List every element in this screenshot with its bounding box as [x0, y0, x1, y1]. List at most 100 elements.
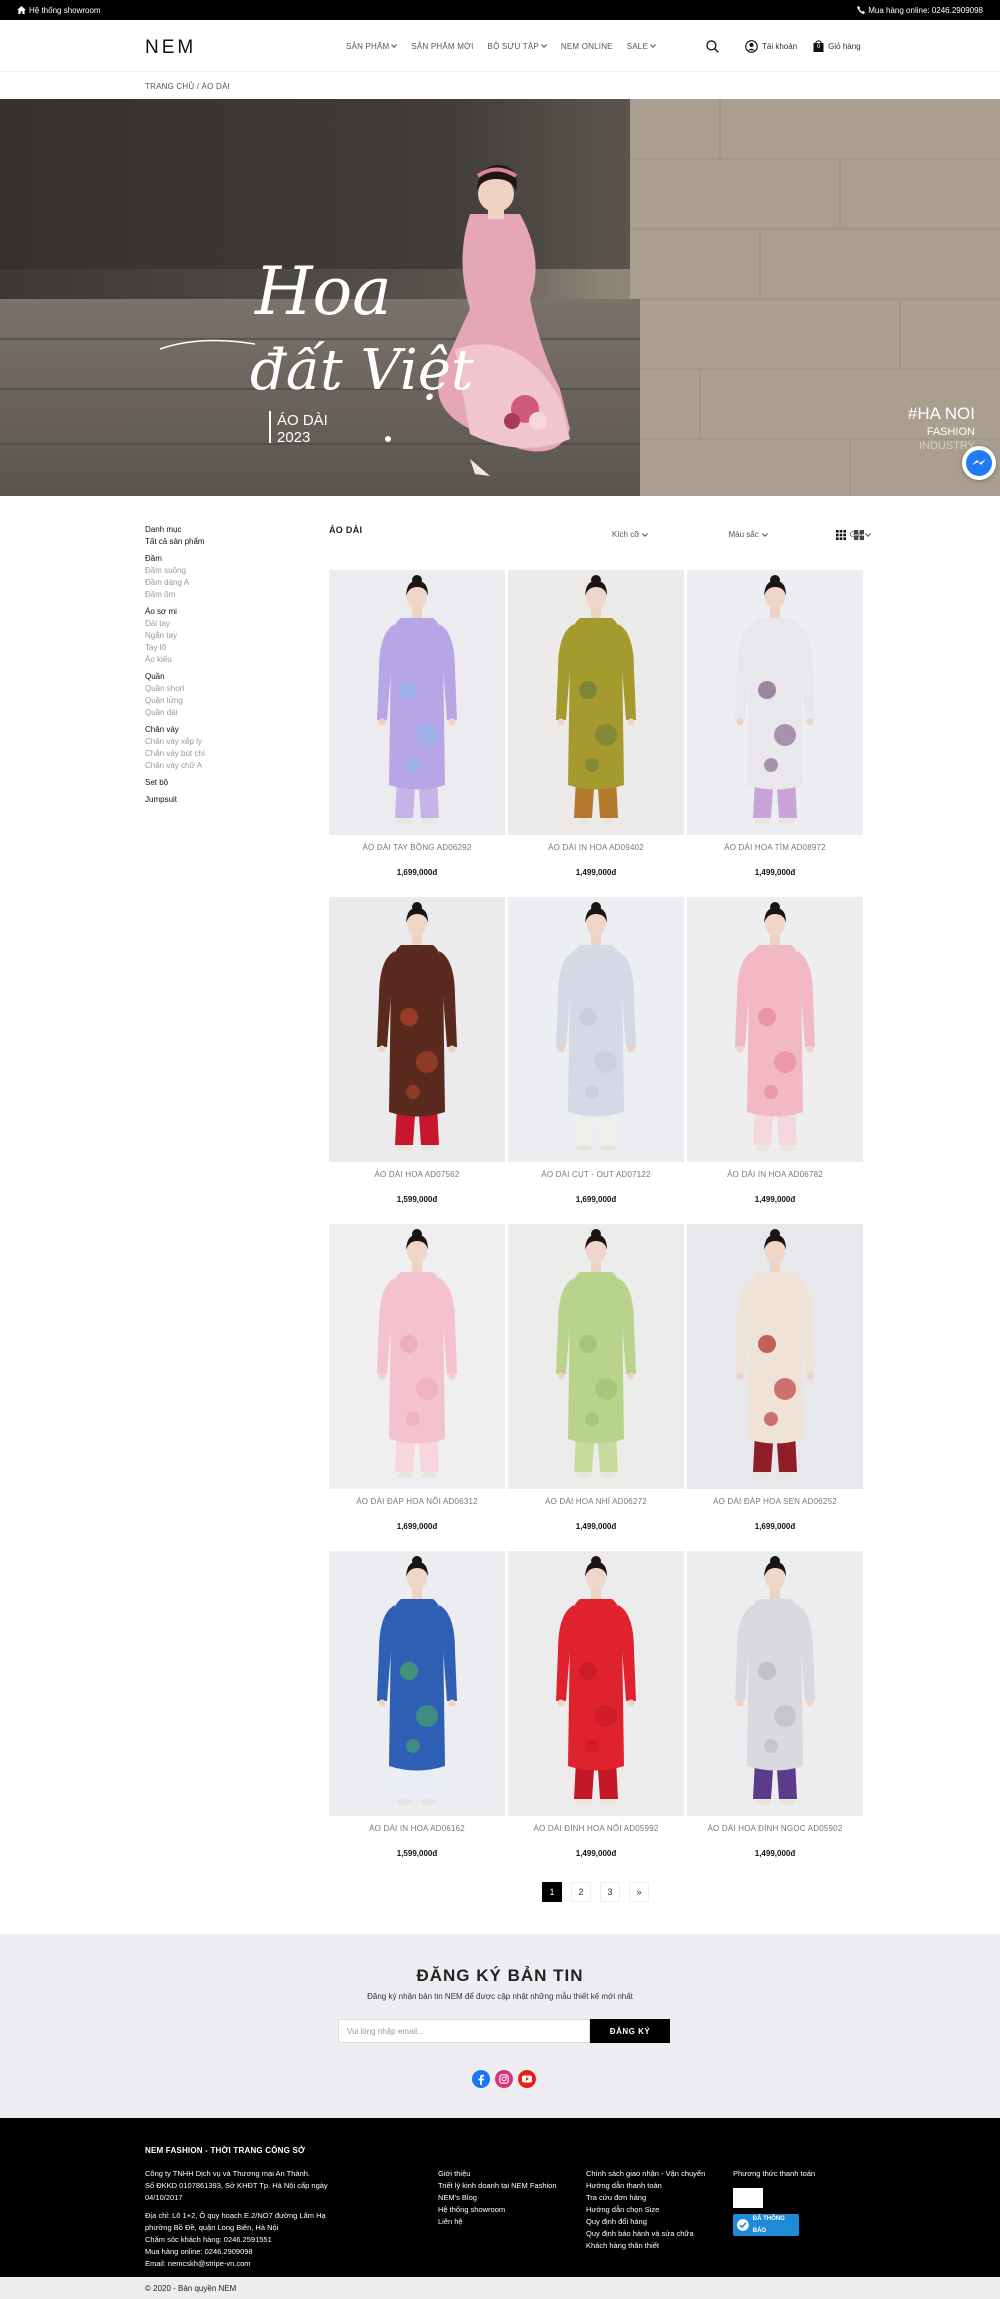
product-image[interactable]: [508, 897, 684, 1162]
sidebar-group-title[interactable]: Đầm: [145, 553, 255, 565]
grid-view-button[interactable]: [836, 529, 846, 543]
product-card[interactable]: ÁO DÀI IN HOA AD06162 1,599,000đ: [329, 1551, 505, 1858]
product-name[interactable]: ÁO DÀI ĐÁP HOA SEN AD06252: [687, 1497, 863, 1506]
product-image[interactable]: [329, 897, 505, 1162]
next-page-button[interactable]: »: [629, 1882, 649, 1902]
product-card[interactable]: ÁO DÀI HOA NHÍ AD06272 1,499,000đ: [508, 1224, 684, 1531]
hotline[interactable]: Mua hàng online: 0246.2909098: [857, 6, 983, 15]
footer-link[interactable]: Khách hàng thân thiết: [586, 2240, 705, 2252]
facebook-icon: [478, 2074, 485, 2085]
product-card[interactable]: ÁO DÀI IN HOA AD09402 1,499,000đ: [508, 570, 684, 877]
product-name[interactable]: ÁO DÀI ĐÁP HOA NỔI AD06312: [329, 1497, 505, 1506]
showroom-link[interactable]: Hệ thống showroom: [17, 6, 101, 15]
footer-link[interactable]: Tra cứu đơn hàng: [586, 2192, 705, 2204]
sidebar-group-title[interactable]: Jumpsuit: [145, 794, 255, 806]
sidebar-group-title[interactable]: Quần: [145, 671, 255, 683]
product-name[interactable]: ÁO DÀI IN HOA AD06782: [687, 1170, 863, 1179]
product-card[interactable]: ÁO DÀI HOA ĐÍNH NGỌC AD05902 1,499,000đ: [687, 1551, 863, 1858]
footer-link[interactable]: Chính sách giao nhận - Vận chuyển: [586, 2168, 705, 2180]
product-image[interactable]: [687, 897, 863, 1162]
sidebar-item-all[interactable]: Tất cả sản phẩm: [145, 536, 255, 548]
nav-item[interactable]: SẢN PHẨM MỚI: [411, 42, 473, 51]
product-card[interactable]: ÁO DÀI ĐÁP HOA SEN AD06252 1,699,000đ: [687, 1224, 863, 1531]
product-name[interactable]: ÁO DÀI HOA TÍM AD08972: [687, 843, 863, 852]
footer-link[interactable]: Quy định đổi hàng: [586, 2216, 705, 2228]
footer-link[interactable]: Quy định bảo hành và sửa chữa: [586, 2228, 705, 2240]
product-card[interactable]: ÁO DÀI CUT - OUT AD07122 1,699,000đ: [508, 897, 684, 1204]
sidebar-item[interactable]: Chân váy bút chì: [145, 748, 255, 760]
product-name[interactable]: ÁO DÀI CUT - OUT AD07122: [508, 1170, 684, 1179]
newsletter-email-input[interactable]: Vui lòng nhập email...: [338, 2019, 590, 2043]
product-card[interactable]: ÁO DÀI TAY BỒNG AD06292 1,699,000đ: [329, 570, 505, 877]
product-card[interactable]: ÁO DÀI HOA TÍM AD08972 1,499,000đ: [687, 570, 863, 877]
footer-link[interactable]: Liên hệ: [438, 2216, 557, 2228]
product-image[interactable]: [687, 570, 863, 835]
product-name[interactable]: ÁO DÀI ĐÍNH HOA NỔI AD05992: [508, 1824, 684, 1833]
product-image[interactable]: [687, 1551, 863, 1816]
product-image[interactable]: [508, 1551, 684, 1816]
sidebar-item[interactable]: Dài tay: [145, 618, 255, 630]
sidebar-group-title[interactable]: Chân váy: [145, 724, 255, 736]
messenger-chat-button[interactable]: [962, 446, 996, 480]
phone-icon: [857, 6, 866, 14]
page-button[interactable]: 2: [571, 1882, 591, 1902]
footer-link[interactable]: Triết lý kinh doanh tại NEM Fashion: [438, 2180, 557, 2192]
footer-link[interactable]: Giới thiệu: [438, 2168, 557, 2180]
account-link[interactable]: Tài khoản: [745, 39, 797, 53]
footer-link[interactable]: Hướng dẫn chọn Size: [586, 2204, 705, 2216]
sidebar-group-title[interactable]: Áo sơ mi: [145, 606, 255, 618]
sidebar-item[interactable]: Quần lửng: [145, 695, 255, 707]
sidebar-item[interactable]: Ngắn tay: [145, 630, 255, 642]
search-button[interactable]: [706, 39, 719, 53]
cart-link[interactable]: 0 Giỏ hàng: [813, 40, 861, 52]
product-image[interactable]: [329, 1224, 505, 1489]
sidebar-item[interactable]: Quần dài: [145, 707, 255, 719]
product-card[interactable]: ÁO DÀI HOA AD07562 1,599,000đ: [329, 897, 505, 1204]
footer-company-line: phường Bồ Đề, quận Long Biên, Hà Nội: [145, 2223, 279, 2232]
user-icon: [745, 39, 758, 53]
product-name[interactable]: ÁO DÀI HOA ĐÍNH NGỌC AD05902: [687, 1824, 863, 1833]
filter-dropdown[interactable]: Kích cỡ: [612, 530, 649, 539]
footer-link[interactable]: NEM's Blog: [438, 2192, 557, 2204]
list-view-button[interactable]: [854, 529, 864, 543]
product-name[interactable]: ÁO DÀI HOA NHÍ AD06272: [508, 1497, 684, 1506]
product-card[interactable]: ÁO DÀI IN HOA AD06782 1,499,000đ: [687, 897, 863, 1204]
sidebar-item[interactable]: Đầm ôm: [145, 589, 255, 601]
youtube-link[interactable]: [518, 2070, 536, 2088]
sidebar-item[interactable]: Đầm dáng A: [145, 577, 255, 589]
product-price: 1,599,000đ: [396, 1195, 438, 1204]
page-button[interactable]: 1: [542, 1882, 562, 1902]
nav-item[interactable]: SALE: [627, 42, 656, 51]
product-name[interactable]: ÁO DÀI IN HOA AD06162: [329, 1824, 505, 1833]
nem-logo[interactable]: NEM: [145, 36, 207, 58]
footer-link[interactable]: Hướng dẫn thanh toán: [586, 2180, 705, 2192]
product-image[interactable]: [687, 1224, 863, 1489]
nav-item[interactable]: BỘ SƯU TẬP: [488, 42, 547, 51]
sidebar-group-title[interactable]: Set bộ: [145, 777, 255, 789]
product-image[interactable]: [329, 570, 505, 835]
product-price: 1,499,000đ: [575, 1849, 617, 1858]
sidebar-item[interactable]: Đầm suông: [145, 565, 255, 577]
sidebar-item[interactable]: Quần short: [145, 683, 255, 695]
newsletter-submit-button[interactable]: ĐĂNG KÝ: [590, 2019, 670, 2043]
page-button[interactable]: 3: [600, 1882, 620, 1902]
product-image[interactable]: [508, 1224, 684, 1489]
filter-dropdown[interactable]: Màu sắc: [728, 530, 768, 539]
footer-link[interactable]: Hệ thống showroom: [438, 2204, 557, 2216]
sidebar-item[interactable]: Tay lỡ: [145, 642, 255, 654]
sidebar-item[interactable]: Chân váy xếp ly: [145, 736, 255, 748]
product-card[interactable]: ÁO DÀI ĐÍNH HOA NỔI AD05992 1,499,000đ: [508, 1551, 684, 1858]
facebook-link[interactable]: [472, 2070, 490, 2088]
nav-item[interactable]: NEM ONLINE: [561, 42, 613, 51]
instagram-link[interactable]: [495, 2070, 513, 2088]
product-name[interactable]: ÁO DÀI TAY BỒNG AD06292: [329, 843, 505, 852]
product-name[interactable]: ÁO DÀI HOA AD07562: [329, 1170, 505, 1179]
product-image[interactable]: [508, 570, 684, 835]
product-card[interactable]: ÁO DÀI ĐÁP HOA NỔI AD06312 1,699,000đ: [329, 1224, 505, 1531]
sidebar-item[interactable]: Áo kiểu: [145, 654, 255, 666]
sidebar-item[interactable]: Chân váy chữ A: [145, 760, 255, 772]
registered-badge[interactable]: ĐÃ THÔNG BÁO: [733, 2214, 799, 2236]
product-image[interactable]: [329, 1551, 505, 1816]
nav-item[interactable]: SẢN PHẨM: [346, 42, 398, 51]
product-name[interactable]: ÁO DÀI IN HOA AD09402: [508, 843, 684, 852]
